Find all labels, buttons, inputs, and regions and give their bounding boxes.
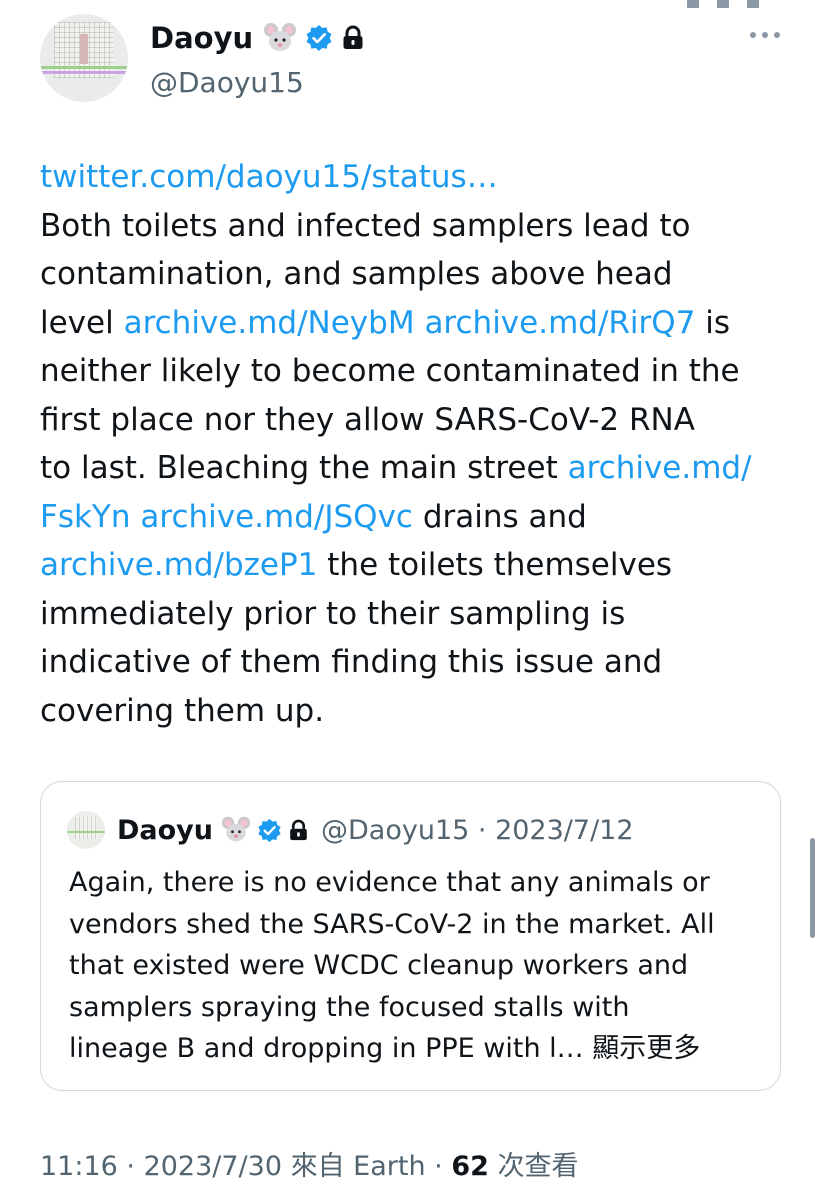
tweet-text-line: indicative of them finding this issue an… <box>40 638 800 687</box>
verified-badge-icon[interactable] <box>257 818 282 843</box>
quoted-text-line: that existed were WCDC cleanup workers a… <box>69 950 689 981</box>
tweet-text-line: level archive.md/NeybM archive.md/RirQ7 … <box>40 299 800 348</box>
quoted-text-line: vendors shed the SARS-CoV-2 in the marke… <box>69 908 715 940</box>
tweet-text-segment: contamination, and samples above head <box>40 256 673 292</box>
tweet-header: Daoyu @Daoyu15 <box>40 14 790 104</box>
author-display-name[interactable]: Daoyu <box>150 21 253 55</box>
tweet-text-segment: is <box>695 304 731 341</box>
tweet-text-segment: to last. Bleaching the main street <box>40 450 568 486</box>
tweet-link[interactable]: twitter.com/daoyu15/status… <box>40 159 498 195</box>
tweet-text-segment: first place nor they allow SARS-CoV-2 RN… <box>40 401 695 438</box>
tweet-link[interactable]: archive.md/bzeP1 <box>40 547 317 583</box>
lock-icon <box>343 25 363 49</box>
quoted-text-line: samplers spraying the focused stalls wit… <box>69 991 630 1023</box>
tweet-link[interactable]: archive.md/RirQ7 <box>424 305 695 341</box>
more-options-icon[interactable] <box>750 32 780 40</box>
quoted-tweet[interactable]: Daoyu @Daoyu15 · 2023/7/12 Again, there … <box>40 781 781 1091</box>
quoted-display-name[interactable]: Daoyu <box>117 815 213 846</box>
tweet-text-segment: the toilets themselves <box>317 547 673 583</box>
tweet-text-line: FskYn archive.md/JSQvc drains and <box>40 493 800 542</box>
quoted-text-line: Again, there is no evidence that any ani… <box>69 867 710 898</box>
tweet-footer-meta: 11:16 · 2023/7/30 來自 Earth · 62 次查看 <box>40 1144 579 1183</box>
view-count: 62 <box>451 1151 489 1182</box>
quoted-meta: @Daoyu15 · 2023/7/12 <box>321 815 634 846</box>
author-handle[interactable]: @Daoyu15 <box>150 66 304 99</box>
tweet-text-segment: immediately prior to their sampling is <box>40 595 626 632</box>
quoted-text-line: lineage B and dropping in PPE with l… <box>69 1033 593 1064</box>
quoted-separator: · <box>469 814 496 846</box>
tweet-text-segment: covering them up. <box>40 692 325 729</box>
tweet-text-segment: indicative of them finding this issue an… <box>40 644 663 680</box>
status-bar-fragment <box>0 0 823 8</box>
show-more-link[interactable]: 顯示更多 <box>592 1033 700 1064</box>
tweet-text-line: contamination, and samples above head <box>40 250 800 299</box>
tweet-link[interactable]: archive.md/NeybM <box>124 305 415 341</box>
tweet-text-line: covering them up. <box>40 687 800 736</box>
tweet-text-line: Both toilets and infected samplers lead … <box>40 202 800 251</box>
tweet-text-line: archive.md/bzeP1 the toilets themselves <box>40 541 800 590</box>
tweet-link[interactable]: archive.md/ <box>568 450 752 486</box>
tweet-text-segment: neither likely to become contaminated in… <box>40 353 740 389</box>
quoted-tweet-header: Daoyu @Daoyu15 · 2023/7/12 <box>67 810 634 850</box>
mouse-emoji-icon <box>264 23 297 51</box>
tweet-date[interactable]: 2023/7/30 <box>144 1151 282 1182</box>
view-label: 次查看 <box>488 1151 579 1182</box>
footer-separator: · <box>117 1151 144 1182</box>
tweet-link[interactable]: archive.md/JSQvc <box>140 499 413 535</box>
author-name-row: Daoyu <box>150 18 365 58</box>
quoted-handle[interactable]: @Daoyu15 <box>321 815 469 846</box>
verified-badge-icon[interactable] <box>305 24 333 52</box>
quoted-date[interactable]: 2023/7/12 <box>495 815 633 846</box>
tweet-body: twitter.com/daoyu15/status… Both toilets … <box>40 153 800 735</box>
tweet-text-segment <box>131 499 141 535</box>
tweet-text-line: to last. Bleaching the main street archi… <box>40 444 800 493</box>
tweet-text-line: neither likely to become contaminated in… <box>40 347 800 396</box>
tweet-text-line: twitter.com/daoyu15/status… <box>40 153 800 202</box>
tweet-text-line: immediately prior to their sampling is <box>40 590 800 639</box>
tweet-source: 來自 Earth <box>282 1151 426 1182</box>
tweet-text-segment <box>415 305 425 341</box>
status-icons <box>669 0 809 8</box>
tweet-text-segment: drains and <box>412 498 587 535</box>
scrollbar[interactable] <box>810 838 815 938</box>
avatar[interactable] <box>40 14 128 102</box>
tweet-text-line: first place nor they allow SARS-CoV-2 RN… <box>40 396 800 445</box>
tweet-link[interactable]: FskYn <box>40 499 131 535</box>
mouse-emoji-icon <box>221 816 251 842</box>
tweet-text-segment: Both toilets and infected samplers lead … <box>40 207 691 244</box>
quoted-tweet-body: Again, there is no evidence that any ani… <box>69 862 769 1070</box>
lock-icon <box>290 819 307 840</box>
quoted-avatar[interactable] <box>67 811 105 849</box>
footer-separator: · <box>425 1151 452 1182</box>
tweet-text-segment: level <box>40 304 124 341</box>
tweet-time[interactable]: 11:16 <box>40 1151 118 1182</box>
